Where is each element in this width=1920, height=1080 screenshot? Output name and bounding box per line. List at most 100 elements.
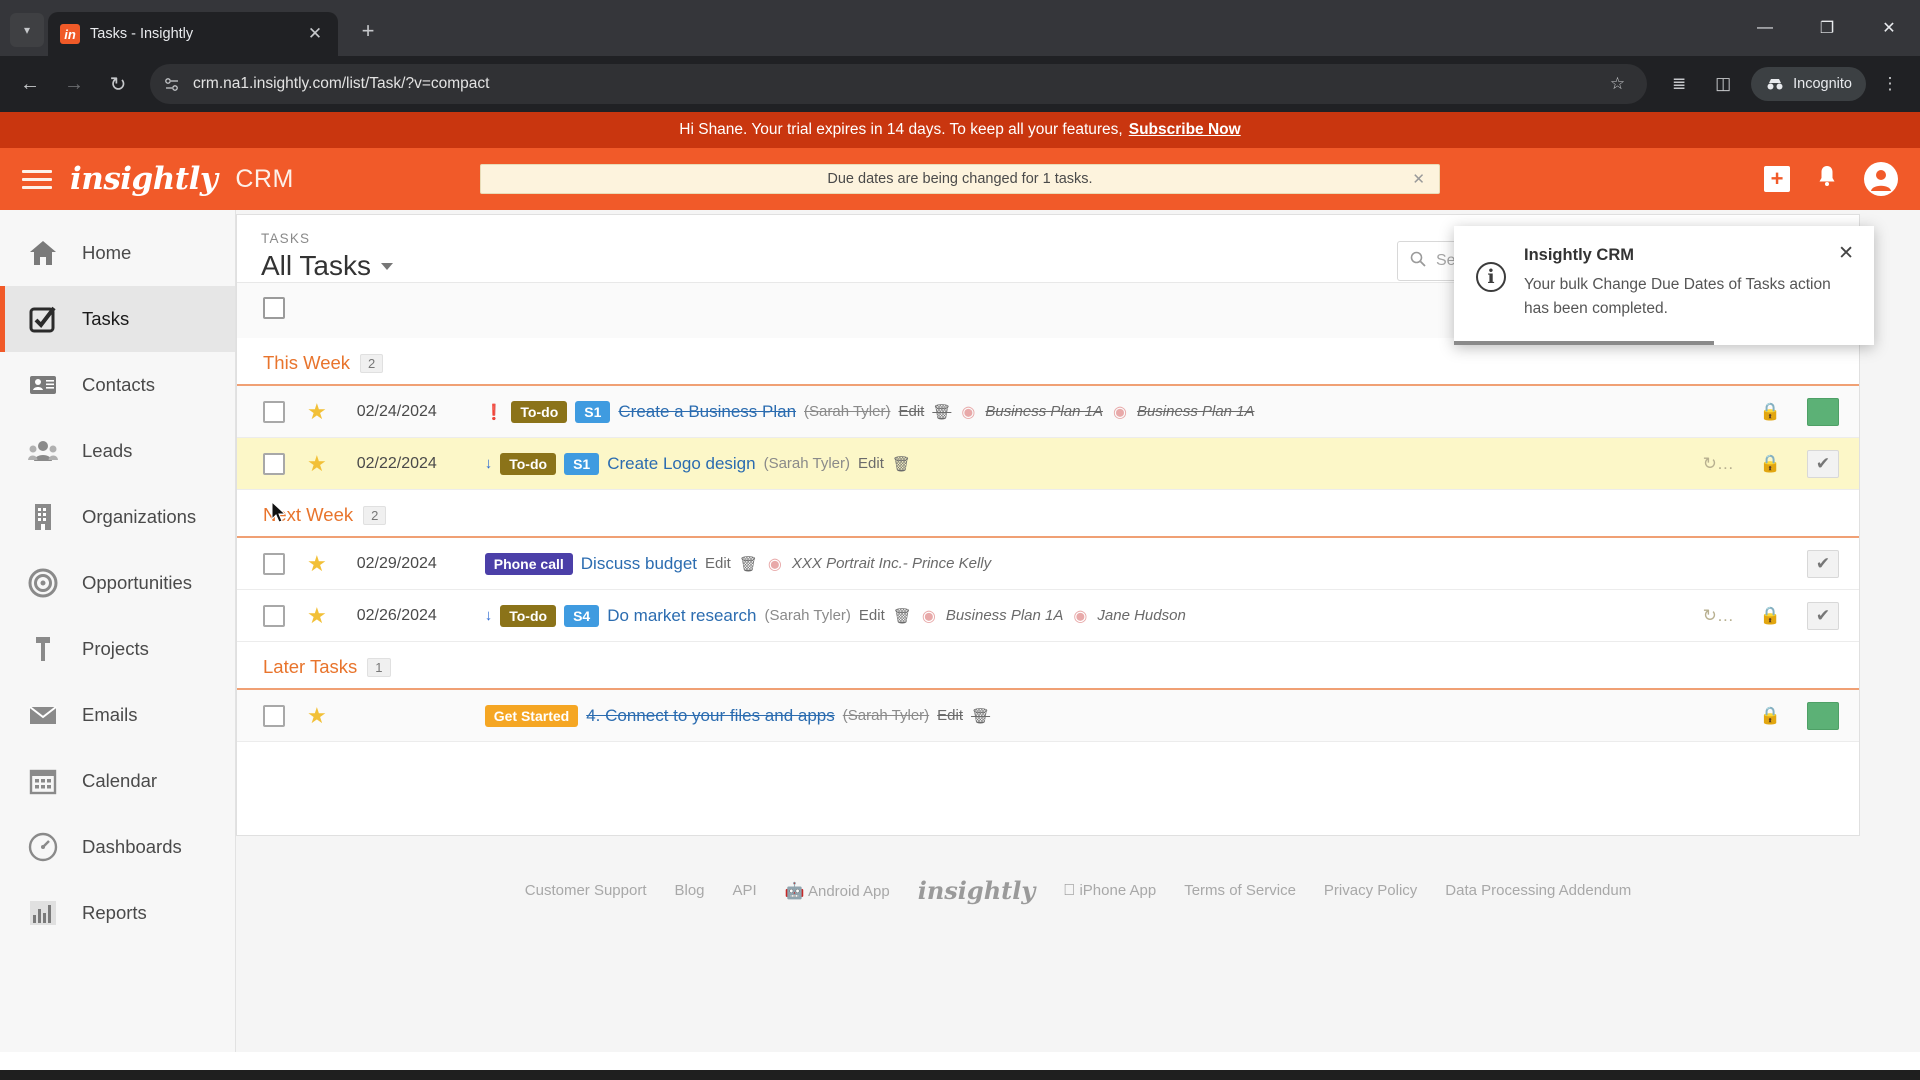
- user-avatar[interactable]: [1864, 162, 1898, 196]
- close-window-button[interactable]: ✕: [1858, 0, 1920, 56]
- related-record-2[interactable]: Jane Hudson: [1097, 607, 1185, 624]
- bookmark-star-icon[interactable]: ☆: [1602, 74, 1633, 94]
- delete-icon[interactable]: 🗑: [739, 555, 758, 573]
- related-record[interactable]: Business Plan 1A: [946, 607, 1064, 624]
- incognito-label: Incognito: [1793, 76, 1852, 92]
- complete-task-button[interactable]: ✔: [1807, 601, 1839, 630]
- select-all-checkbox[interactable]: [263, 297, 285, 319]
- complete-task-button[interactable]: ✔: [1807, 449, 1839, 478]
- row-checkbox[interactable]: [263, 604, 285, 627]
- table-row[interactable]: ★ 02/24/2024 ❗ To-do S1 Create a Business Pla…: [237, 386, 1859, 438]
- delete-icon[interactable]: 🗑: [892, 455, 911, 473]
- site-settings-icon[interactable]: [164, 76, 181, 93]
- sidebar-item-leads[interactable]: Leads: [0, 418, 235, 484]
- star-icon[interactable]: ★: [307, 603, 327, 629]
- task-title-link[interactable]: Do market research: [607, 606, 756, 626]
- os-taskbar: [0, 1070, 1920, 1080]
- browser-menu-icon[interactable]: ⋮: [1870, 64, 1910, 104]
- contact-card-icon: [26, 368, 60, 402]
- table-row[interactable]: ★ 02/29/2024 Phone call Discuss budget Edit 🗑…: [237, 538, 1859, 590]
- toast-close-icon[interactable]: ✕: [1838, 242, 1854, 265]
- star-icon[interactable]: ★: [307, 451, 327, 477]
- footer-link[interactable]:  iPhone App: [1063, 882, 1156, 900]
- star-icon[interactable]: ★: [307, 399, 327, 425]
- sidebar-item-contacts[interactable]: Contacts: [0, 352, 235, 418]
- footer-link[interactable]: 🤖 Android App: [785, 881, 890, 901]
- reload-icon[interactable]: ↻: [98, 64, 138, 104]
- badge-started: Get Started: [484, 704, 579, 727]
- android-icon: 🤖: [784, 882, 805, 900]
- delete-icon[interactable]: 🗑: [971, 707, 990, 725]
- edit-link[interactable]: Edit: [705, 555, 731, 572]
- task-title-link[interactable]: Create a Business Plan: [618, 402, 796, 422]
- table-row[interactable]: ★ Get Started 4. Connect to your files and…: [237, 690, 1859, 742]
- task-title-link[interactable]: Discuss budget: [581, 554, 697, 574]
- info-icon: i: [1476, 262, 1506, 292]
- notifications-bell-icon[interactable]: [1816, 164, 1838, 195]
- row-checkbox[interactable]: [263, 704, 285, 727]
- chevron-down-icon[interactable]: [380, 262, 393, 270]
- sidebar-item-opportunities[interactable]: Opportunities: [0, 550, 235, 616]
- menu-hamburger-icon[interactable]: [22, 169, 52, 189]
- incognito-indicator[interactable]: Incognito: [1751, 67, 1866, 101]
- due-date: 02/26/2024: [356, 606, 437, 624]
- complete-task-button[interactable]: ✔: [1807, 549, 1839, 578]
- sidebar-item-projects[interactable]: Projects: [0, 616, 235, 682]
- table-row[interactable]: ★ 02/26/2024 ↓ To-do S4 Do market research (Sa…: [237, 590, 1859, 642]
- row-checkbox[interactable]: [263, 452, 285, 475]
- sidebar-item-calendar[interactable]: Calendar: [0, 748, 235, 814]
- edit-link[interactable]: Edit: [859, 607, 885, 624]
- badge-todo: To-do: [511, 400, 568, 423]
- sidebar-item-reports[interactable]: Reports: [0, 880, 235, 946]
- edit-link[interactable]: Edit: [898, 403, 924, 420]
- delete-icon[interactable]: 🗑: [893, 607, 912, 625]
- star-icon[interactable]: ★: [307, 703, 327, 729]
- star-icon[interactable]: ★: [307, 551, 327, 577]
- tab-search-icon[interactable]: ▾: [10, 13, 44, 47]
- new-tab-icon[interactable]: +: [354, 18, 382, 44]
- related-record-2[interactable]: Business Plan 1A: [1137, 403, 1255, 420]
- back-icon[interactable]: ←: [10, 64, 50, 104]
- row-checkbox[interactable]: [263, 552, 285, 575]
- sidebar-item-dashboards[interactable]: Dashboards: [0, 814, 235, 880]
- reading-list-icon[interactable]: ≣: [1659, 64, 1699, 104]
- browser-tab[interactable]: in Tasks - Insightly ✕: [48, 12, 338, 56]
- row-checkbox[interactable]: [263, 400, 285, 423]
- edit-link[interactable]: Edit: [937, 707, 963, 724]
- sidebar-item-label: Leads: [82, 440, 133, 461]
- header-alert-close-icon[interactable]: ✕: [1412, 170, 1425, 188]
- forward-icon[interactable]: →: [54, 64, 94, 104]
- task-owner: (Sarah Tyler): [842, 707, 930, 724]
- edit-link[interactable]: Edit: [858, 455, 884, 472]
- sidebar-item-home[interactable]: Home: [0, 220, 235, 286]
- task-title-link[interactable]: Create Logo design: [607, 454, 755, 474]
- toast-title: Insightly CRM: [1524, 246, 1634, 264]
- complete-task-button[interactable]: ✔: [1807, 397, 1839, 426]
- footer-link[interactable]: Privacy Policy: [1324, 882, 1417, 899]
- sidebar-item-emails[interactable]: Emails: [0, 682, 235, 748]
- task-title-link[interactable]: 4. Connect to your files and apps: [586, 706, 835, 726]
- lock-icon: 🔒: [1759, 705, 1781, 725]
- footer-link[interactable]: Terms of Service: [1184, 882, 1296, 899]
- complete-task-button[interactable]: ✔: [1807, 701, 1839, 730]
- omnibox[interactable]: crm.na1.insightly.com/list/Task/?v=compa…: [150, 64, 1648, 104]
- table-row[interactable]: ★ 02/22/2024 ↓ To-do S1 Create Logo design (Sa…: [237, 438, 1859, 490]
- sidebar-item-tasks[interactable]: Tasks: [0, 286, 235, 352]
- footer-link[interactable]: Data Processing Addendum: [1445, 882, 1631, 899]
- sidebar-item-organizations[interactable]: Organizations: [0, 484, 235, 550]
- add-new-icon[interactable]: +: [1764, 166, 1790, 192]
- footer-link[interactable]: Customer Support: [525, 882, 647, 899]
- maximize-button[interactable]: ❐: [1796, 0, 1858, 56]
- delete-icon[interactable]: 🗑: [932, 403, 951, 421]
- footer-link[interactable]: Blog: [675, 882, 705, 899]
- minimize-button[interactable]: —: [1734, 0, 1796, 56]
- list-title-dropdown[interactable]: All Tasks: [261, 250, 393, 282]
- side-panel-icon[interactable]: ◫: [1703, 64, 1743, 104]
- related-record[interactable]: Business Plan 1A: [985, 403, 1103, 420]
- related-record[interactable]: XXX Portrait Inc.- Prince Kelly: [792, 555, 991, 572]
- subscribe-now-link[interactable]: Subscribe Now: [1129, 121, 1241, 139]
- footer-link[interactable]: API: [733, 882, 757, 899]
- sidebar-item-label: Reports: [82, 902, 147, 923]
- close-tab-icon[interactable]: ✕: [304, 24, 326, 44]
- priority-icon: ↓: [484, 607, 493, 624]
